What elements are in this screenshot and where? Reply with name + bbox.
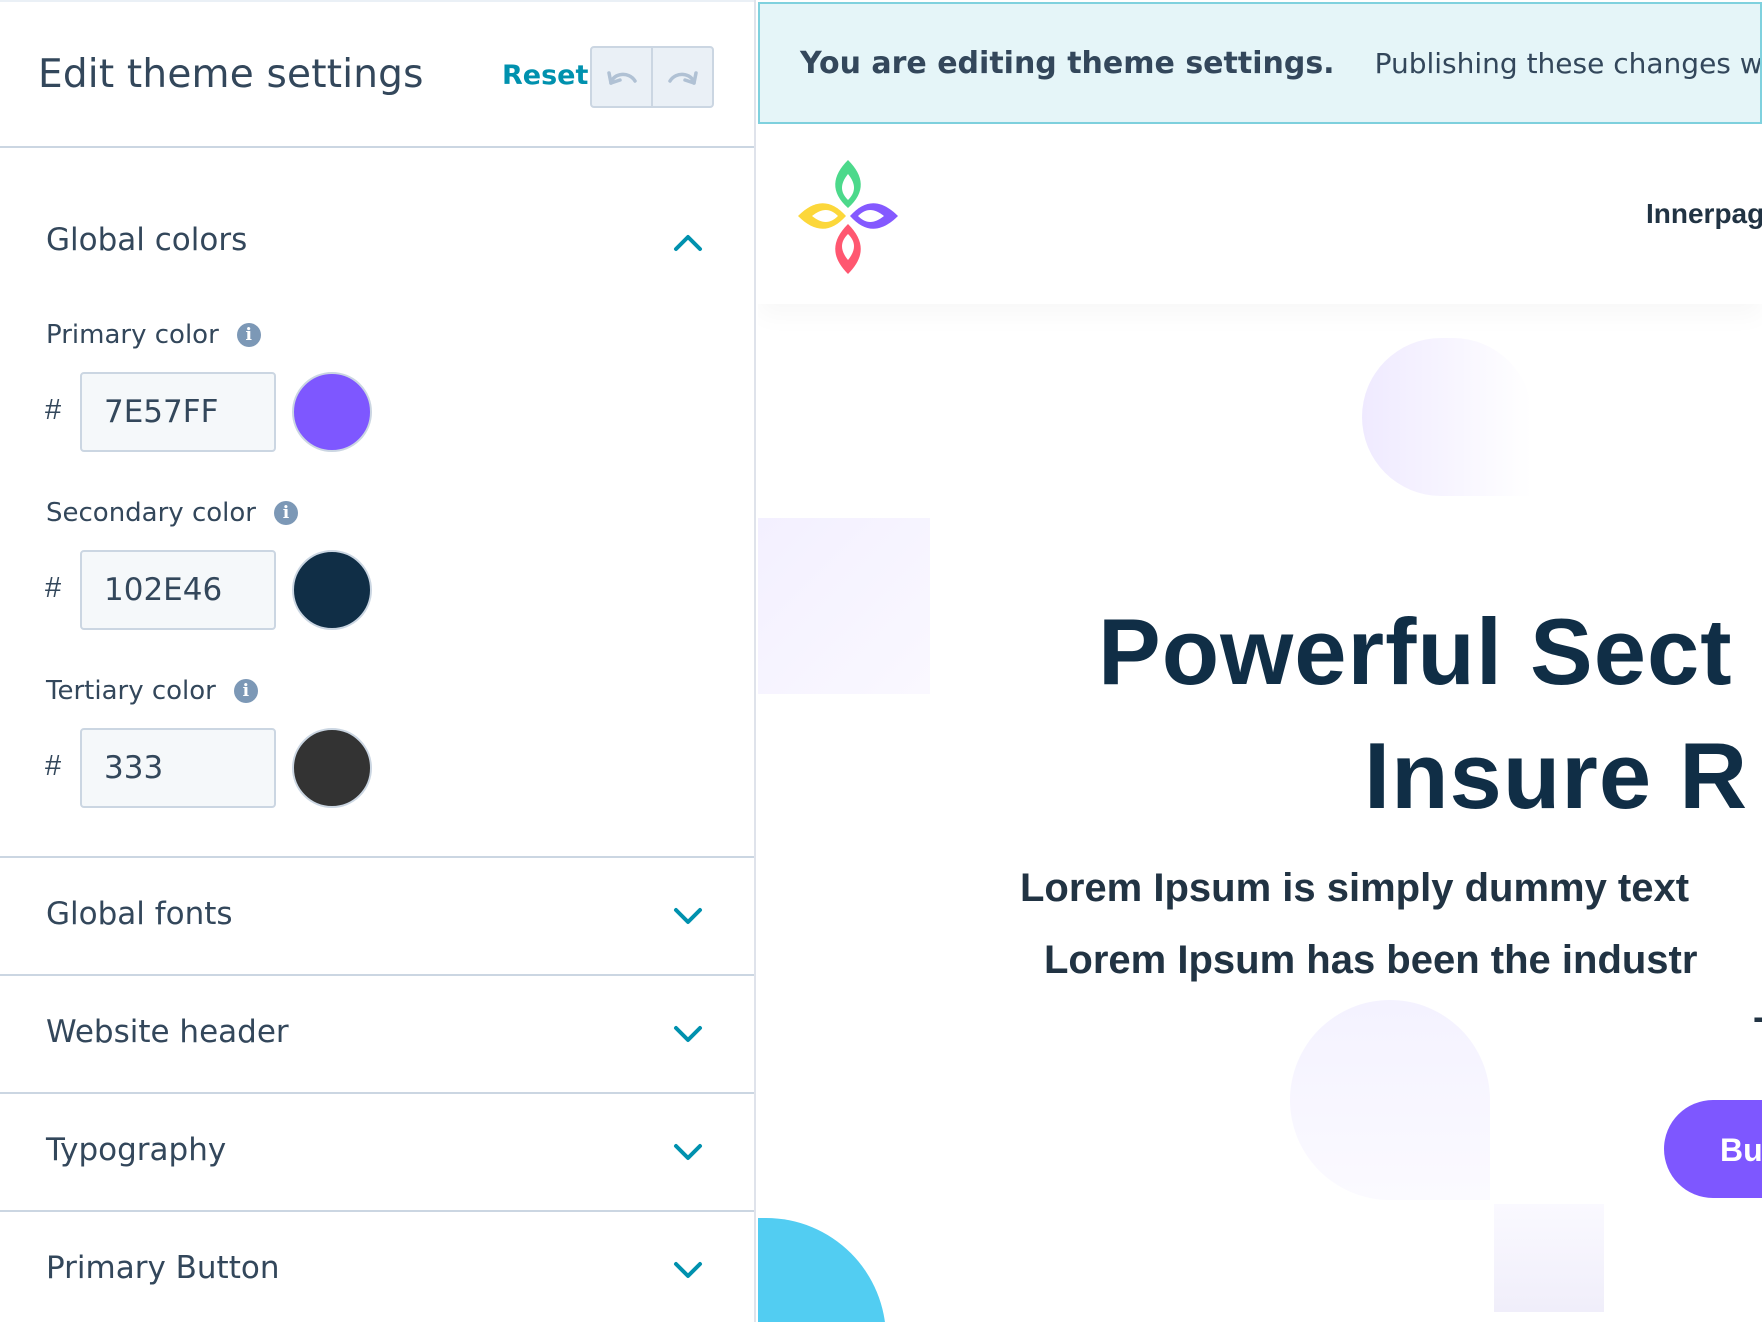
panel-title: Edit theme settings	[38, 52, 424, 97]
redo-button[interactable]	[651, 48, 712, 106]
primary-color-input[interactable]	[80, 372, 276, 452]
section-global-colors: Global colors Primary color i # Secondar…	[0, 148, 754, 858]
primary-color-label: Primary color i	[46, 320, 261, 350]
section-title-global-fonts: Global fonts	[46, 896, 233, 932]
undo-icon	[606, 71, 637, 85]
banner-message: Publishing these changes will affect	[1374, 46, 1762, 80]
site-header: Innerpage	[758, 124, 1762, 304]
secondary-color-label-text: Secondary color	[46, 498, 256, 528]
section-global-fonts[interactable]: Global fonts	[0, 858, 754, 976]
info-icon[interactable]: i	[233, 679, 258, 703]
hero-subtitle-line-1: Lorem Ipsum is simply dummy text	[1020, 866, 1690, 910]
chevron-down-icon[interactable]	[670, 1258, 706, 1282]
secondary-color-input[interactable]	[80, 550, 276, 630]
section-website-header[interactable]: Website header	[0, 976, 754, 1094]
primary-color-label-text: Primary color	[46, 320, 219, 350]
editing-banner: You are editing theme settings. Publishi…	[758, 2, 1762, 124]
info-icon[interactable]: i	[236, 323, 261, 347]
tertiary-color-label: Tertiary color i	[46, 676, 258, 706]
panel-header: Edit theme settings Reset	[0, 0, 754, 148]
chevron-up-icon[interactable]	[670, 230, 706, 254]
tertiary-color-input[interactable]	[80, 728, 276, 808]
section-title-website-header: Website header	[46, 1014, 289, 1050]
section-title-primary-button: Primary Button	[46, 1250, 280, 1286]
secondary-color-label: Secondary color i	[46, 498, 298, 528]
hero-title-line-1: Powerful Sect	[1098, 599, 1733, 704]
banner-heading: You are editing theme settings.	[800, 45, 1335, 81]
decorative-shape	[758, 1218, 886, 1322]
hero-cta-button[interactable]: Bu	[1664, 1100, 1762, 1198]
reset-button[interactable]: Reset	[502, 60, 588, 91]
website-preview: You are editing theme settings. Publishi…	[758, 0, 1762, 1322]
hero-subtitle-line-2: Lorem Ipsum has been the industr	[1044, 938, 1698, 982]
chevron-down-icon[interactable]	[670, 1140, 706, 1164]
logo-icon[interactable]	[792, 154, 904, 280]
hero-subtitle-line-3: T	[1754, 1010, 1762, 1055]
section-title-global-colors[interactable]: Global colors	[46, 222, 247, 258]
hash-prefix: #	[45, 572, 62, 604]
undo-redo-group	[590, 46, 714, 108]
secondary-color-swatch[interactable]	[292, 550, 372, 630]
decorative-shape	[758, 518, 930, 694]
info-icon[interactable]: i	[273, 501, 298, 525]
nav-item-innerpage[interactable]: Innerpage	[1646, 198, 1762, 230]
chevron-down-icon[interactable]	[670, 1022, 706, 1046]
section-title-typography: Typography	[46, 1132, 227, 1168]
decorative-shape	[1494, 1204, 1604, 1312]
tertiary-color-swatch[interactable]	[292, 728, 372, 808]
hash-prefix: #	[45, 394, 62, 426]
primary-color-swatch[interactable]	[292, 372, 372, 452]
hero-title-line-2: Insure R	[1364, 723, 1749, 828]
redo-icon	[667, 71, 698, 85]
chevron-down-icon[interactable]	[670, 904, 706, 928]
theme-settings-panel: Edit theme settings Reset Global colors	[0, 0, 756, 1322]
decorative-shape	[1362, 338, 1532, 496]
section-primary-button[interactable]: Primary Button	[0, 1212, 754, 1322]
decorative-shape	[1290, 1000, 1490, 1200]
tertiary-color-label-text: Tertiary color	[46, 676, 216, 706]
undo-button[interactable]	[592, 48, 651, 106]
section-typography[interactable]: Typography	[0, 1094, 754, 1212]
hash-prefix: #	[45, 750, 62, 782]
